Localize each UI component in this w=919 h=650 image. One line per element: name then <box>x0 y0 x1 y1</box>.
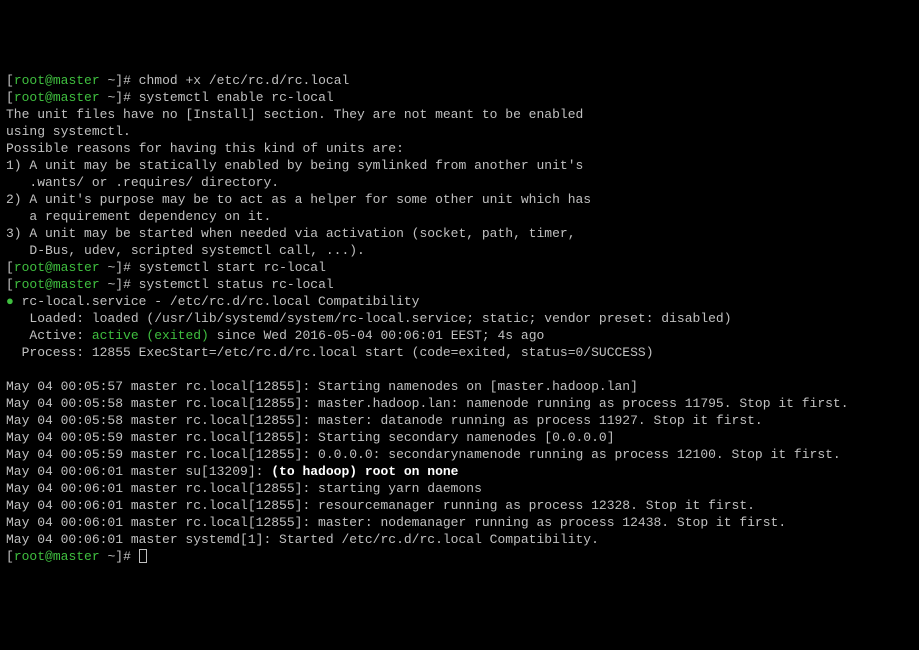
cursor-icon[interactable] <box>139 549 147 563</box>
status-title: rc-local.service - /etc/rc.d/rc.local Co… <box>14 294 420 309</box>
status-loaded: Loaded: loaded (/usr/lib/systemd/system/… <box>6 310 913 327</box>
prompt-at: @ <box>45 73 53 88</box>
cmd-status: systemctl status rc-local <box>139 277 334 292</box>
output-line: a requirement dependency on it. <box>6 208 913 225</box>
log-line: May 04 00:05:57 master rc.local[12855]: … <box>6 378 913 395</box>
cmd-enable: systemctl enable rc-local <box>139 90 334 105</box>
log-line: May 04 00:05:59 master rc.local[12855]: … <box>6 446 913 463</box>
prompt-close: ]# <box>115 73 138 88</box>
prompt-path: ~ <box>100 73 116 88</box>
prompt-user: root <box>14 73 45 88</box>
output-line: .wants/ or .requires/ directory. <box>6 174 913 191</box>
prompt-line-4: [root@master ~]# systemctl status rc-loc… <box>6 276 913 293</box>
prompt-host: master <box>53 73 100 88</box>
output-line: Possible reasons for having this kind of… <box>6 140 913 157</box>
log-line: May 04 00:05:59 master rc.local[12855]: … <box>6 429 913 446</box>
terminal-screen[interactable]: [root@master ~]# chmod +x /etc/rc.d/rc.l… <box>6 72 913 565</box>
log-line: May 04 00:05:58 master rc.local[12855]: … <box>6 412 913 429</box>
prompt-line-2: [root@master ~]# systemctl enable rc-loc… <box>6 89 913 106</box>
status-dot-icon: ● <box>6 294 14 309</box>
cmd-chmod: chmod +x /etc/rc.d/rc.local <box>139 73 350 88</box>
blank-line <box>6 361 913 378</box>
log-bold-text: (to hadoop) root on none <box>271 464 458 479</box>
output-line: 3) A unit may be started when needed via… <box>6 225 913 242</box>
log-line-bold: May 04 00:06:01 master su[13209]: (to ha… <box>6 463 913 480</box>
output-line: 1) A unit may be statically enabled by b… <box>6 157 913 174</box>
status-active-line: Active: active (exited) since Wed 2016-0… <box>6 327 913 344</box>
log-line: May 04 00:06:01 master systemd[1]: Start… <box>6 531 913 548</box>
status-process: Process: 12855 ExecStart=/etc/rc.d/rc.lo… <box>6 344 913 361</box>
cmd-start: systemctl start rc-local <box>139 260 326 275</box>
log-line: May 04 00:06:01 master rc.local[12855]: … <box>6 480 913 497</box>
output-line: D-Bus, udev, scripted systemctl call, ..… <box>6 242 913 259</box>
status-active-value: active (exited) <box>92 328 209 343</box>
prompt-line-5: [root@master ~]# <box>6 548 913 565</box>
log-line: May 04 00:06:01 master rc.local[12855]: … <box>6 514 913 531</box>
prompt-line-1: [root@master ~]# chmod +x /etc/rc.d/rc.l… <box>6 72 913 89</box>
prompt-line-3: [root@master ~]# systemctl start rc-loca… <box>6 259 913 276</box>
output-line: 2) A unit's purpose may be to act as a h… <box>6 191 913 208</box>
output-line: The unit files have no [Install] section… <box>6 106 913 123</box>
prompt-open: [ <box>6 73 14 88</box>
log-line: May 04 00:06:01 master rc.local[12855]: … <box>6 497 913 514</box>
log-line: May 04 00:05:58 master rc.local[12855]: … <box>6 395 913 412</box>
output-line: using systemctl. <box>6 123 913 140</box>
status-title-line: ● rc-local.service - /etc/rc.d/rc.local … <box>6 293 913 310</box>
